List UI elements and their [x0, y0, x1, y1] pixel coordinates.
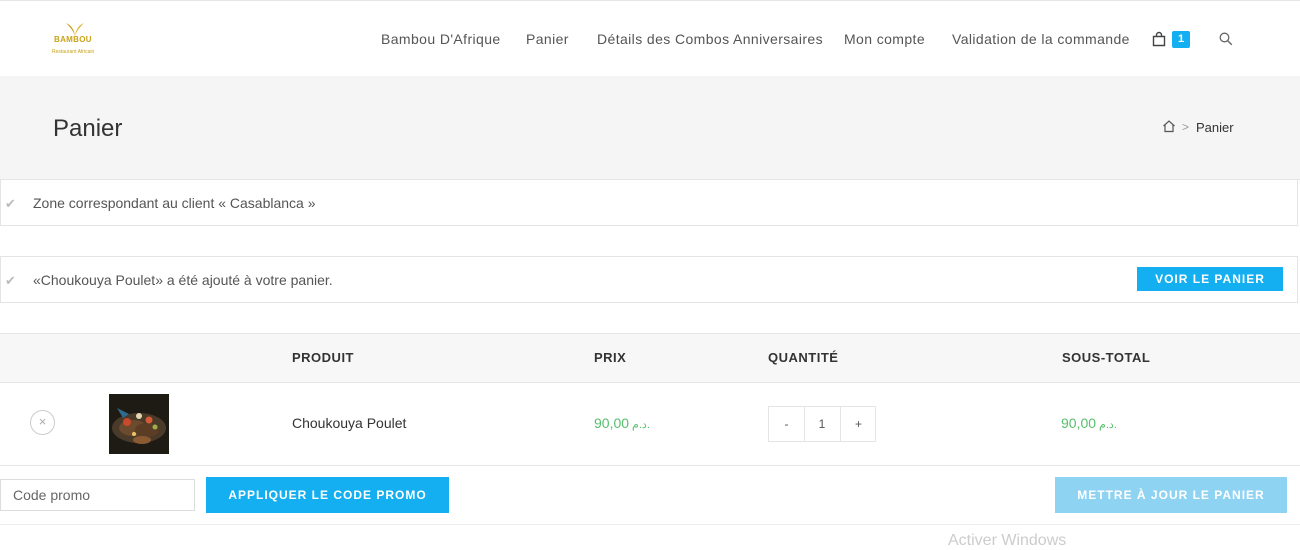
cart-count-badge[interactable]: 1	[1172, 31, 1190, 48]
nav-item-checkout[interactable]: Validation de la commande	[952, 31, 1130, 47]
check-icon: ✔	[5, 195, 16, 211]
column-header-quantity: QUANTITÉ	[768, 350, 839, 365]
windows-activation-watermark: Activer Windows	[948, 532, 1067, 549]
price-amount: 90,00	[594, 415, 630, 431]
page-header-band	[0, 76, 1300, 180]
page-title: Panier	[53, 115, 123, 142]
product-subtotal: 90,00 د.م.	[1061, 415, 1117, 431]
coupon-code-input[interactable]	[0, 479, 195, 511]
column-header-subtotal: SOUS-TOTAL	[1062, 350, 1151, 365]
currency-symbol: د.م.	[1099, 419, 1117, 431]
update-cart-button[interactable]: METTRE À JOUR LE PANIER	[1055, 477, 1287, 513]
logo-subtext: Restaurant Africain	[52, 49, 95, 55]
site-header: BAMBOU Restaurant Africain Bambou D'Afri…	[0, 0, 1300, 76]
breadcrumb-separator: >	[1182, 120, 1190, 134]
quantity-increase-button[interactable]: +	[840, 407, 876, 441]
cart-icon[interactable]	[1152, 31, 1166, 47]
nav-item-home[interactable]: Bambou D'Afrique	[381, 31, 501, 47]
product-price: 90,00 د.م.	[594, 415, 650, 431]
added-to-cart-notice: ✔ «Choukouya Poulet» a été ajouté à votr…	[0, 256, 1298, 303]
view-cart-button[interactable]: VOIR LE PANIER	[1137, 267, 1283, 291]
logo-text: BAMBOU	[54, 35, 92, 44]
search-icon[interactable]	[1219, 32, 1233, 46]
product-thumbnail[interactable]	[109, 394, 169, 454]
check-icon: ✔	[5, 272, 16, 288]
product-name[interactable]: Choukouya Poulet	[292, 415, 406, 431]
nav-item-cart[interactable]: Panier	[526, 31, 569, 47]
shipping-zone-notice: ✔ Zone correspondant au client « Casabla…	[0, 179, 1298, 226]
column-header-price: PRIX	[594, 350, 627, 365]
breadcrumb-current: Panier	[1196, 120, 1234, 135]
home-icon[interactable]	[1162, 119, 1176, 133]
column-header-product: PRODUIT	[292, 350, 354, 365]
quantity-decrease-button[interactable]: -	[769, 407, 805, 441]
divider	[0, 524, 1300, 525]
nav-item-account[interactable]: Mon compte	[844, 31, 925, 47]
quantity-input[interactable]: 1	[804, 407, 840, 441]
remove-item-button[interactable]: ×	[30, 410, 55, 435]
quantity-stepper: - 1 +	[768, 406, 876, 442]
notice-text: Zone correspondant au client « Casablanc…	[33, 194, 316, 211]
site-logo[interactable]: BAMBOU Restaurant Africain	[52, 21, 98, 59]
notice-text: «Choukouya Poulet» a été ajouté à votre …	[33, 271, 333, 288]
currency-symbol: د.م.	[632, 419, 650, 431]
subtotal-amount: 90,00	[1061, 415, 1097, 431]
apply-coupon-button[interactable]: APPLIQUER LE CODE PROMO	[206, 477, 449, 513]
nav-item-combos[interactable]: Détails des Combos Anniversaires	[597, 31, 823, 47]
